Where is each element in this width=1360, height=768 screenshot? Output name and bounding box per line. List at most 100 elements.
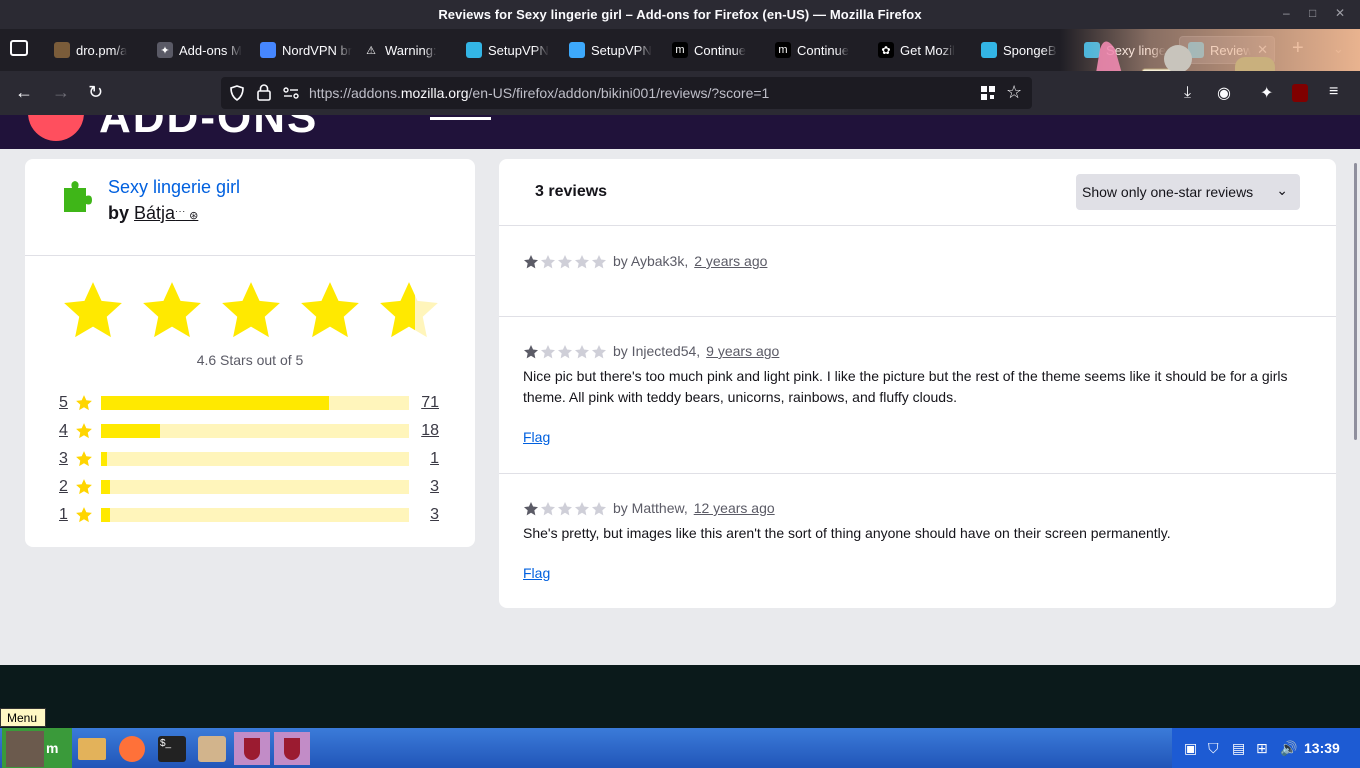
review-item: by Injected54, 9 years ago Nice pic but th… (523, 341, 1312, 408)
rating-count-link[interactable]: 3 (430, 478, 439, 496)
amo-header: ADD-ONS (0, 115, 1360, 149)
rating-bar-row[interactable]: 5 71 (59, 393, 439, 413)
system-tray: ▣ ⛉ ▤ ⊞ 🔊 13:39 (1172, 728, 1360, 768)
review-date-link[interactable]: 9 years ago (706, 341, 779, 362)
lock-icon[interactable] (257, 84, 271, 101)
rating-bar-track (101, 508, 409, 522)
firefox-view-icon[interactable] (10, 40, 28, 56)
star-icon (541, 344, 555, 358)
app-menu-icon[interactable]: ≡ (1329, 83, 1338, 101)
shield-icon[interactable]: ⛉ (1208, 740, 1219, 757)
firefox-taskbar-icon[interactable] (114, 732, 150, 765)
tab[interactable]: dro.pm/a (46, 36, 146, 64)
amo-logo-text[interactable]: ADD-ONS (99, 115, 318, 143)
tab-label: SpongeB (1003, 42, 1057, 58)
rating-level-link[interactable]: 4 (59, 422, 71, 440)
tab[interactable]: SpongeB (973, 36, 1073, 64)
rating-count-link[interactable]: 1 (430, 450, 439, 468)
files-icon[interactable] (74, 732, 110, 765)
ublock-origin-icon[interactable] (1292, 84, 1308, 102)
rating-count-link[interactable]: 18 (421, 422, 439, 440)
url-bar[interactable]: https://addons.mozilla.org/en-US/firefox… (221, 77, 1032, 109)
tab-label: Continue (797, 42, 850, 58)
clock[interactable]: 13:39 (1304, 740, 1340, 756)
star-icon-wrap (71, 422, 97, 440)
author-name: Bátja (134, 203, 176, 223)
firefox-addons-logo-icon[interactable] (28, 115, 84, 141)
permissions-icon[interactable] (283, 87, 299, 99)
tab[interactable]: SetupVPN (458, 36, 558, 64)
tab[interactable]: ✦ Add-ons M (149, 36, 249, 64)
wine-app-icon[interactable] (234, 732, 270, 765)
star-icon (524, 501, 538, 515)
flag-review-link[interactable]: Flag (523, 565, 550, 581)
review-date-link[interactable]: 12 years ago (694, 498, 775, 519)
rating-level-link[interactable]: 2 (59, 478, 71, 496)
update-icon[interactable]: ▤ (1232, 740, 1245, 757)
tab[interactable]: SetupVPN (561, 36, 661, 64)
star-icon-wrap (71, 450, 97, 468)
qr-code-icon[interactable] (980, 85, 996, 101)
chevron-down-icon: ⌄ (1276, 182, 1288, 198)
rating-level-link[interactable]: 3 (59, 450, 71, 468)
reviews-count-heading: 3 reviews (535, 183, 608, 200)
addon-name-link[interactable]: Sexy lingerie girl (108, 177, 240, 198)
extensions-icon[interactable]: ✦ (1260, 83, 1273, 103)
volume-icon[interactable]: 🔊 (1280, 740, 1297, 757)
reload-button[interactable]: ↻ (88, 82, 103, 103)
tab[interactable]: ⚠ Warning: (355, 36, 455, 64)
star-icon (575, 254, 589, 268)
globe-icon (569, 42, 585, 58)
rating-bar-track (101, 480, 409, 494)
rating-bar-row[interactable]: 4 18 (59, 421, 439, 441)
close-window-button[interactable]: ✕ (1335, 6, 1345, 20)
window-title: Reviews for Sexy lingerie girl – Add-ons… (438, 7, 922, 22)
maximize-button[interactable]: □ (1309, 6, 1316, 20)
star-icon-wrap (71, 506, 97, 524)
taskbar: m $_ ▣ ⛉ ▤ ⊞ 🔊 13:39 (0, 728, 1360, 768)
account-icon[interactable]: ◉ (1217, 83, 1231, 103)
forward-button[interactable]: → (52, 82, 70, 103)
clipboard-icon[interactable]: ▣ (1184, 740, 1197, 757)
wine-app-icon-2[interactable] (274, 732, 310, 765)
star-icon (558, 254, 572, 268)
theme-icon (981, 42, 997, 58)
tab[interactable]: ✿ Get Mozil (870, 36, 970, 64)
review-date-link[interactable]: 2 years ago (694, 251, 767, 272)
rating-level-link[interactable]: 1 (59, 506, 71, 524)
average-rating-stars (60, 278, 442, 344)
puzzle-icon: ✦ (157, 42, 173, 58)
page-scrollbar[interactable] (1354, 163, 1357, 440)
start-menu-button[interactable]: m (2, 728, 72, 768)
rating-count-link[interactable]: 71 (421, 394, 439, 412)
star-icon (575, 344, 589, 358)
rating-level-link[interactable]: 5 (59, 394, 71, 412)
downloads-icon[interactable]: ⤓ (1184, 84, 1191, 102)
rating-bar-row[interactable]: 31 (59, 449, 439, 469)
review-filter-select[interactable]: Show only one-star reviews ⌄ (1076, 174, 1300, 210)
rating-bar-row[interactable]: 13 (59, 505, 439, 525)
tab[interactable]: m Continue (664, 36, 764, 64)
warning-icon: ⚠ (363, 42, 379, 58)
rating-count-link[interactable]: 3 (430, 506, 439, 524)
minimize-button[interactable]: – (1283, 6, 1290, 20)
archive-icon[interactable] (194, 732, 230, 765)
by-label: by (108, 203, 130, 223)
star-icon (592, 254, 606, 268)
rating-bar-track (101, 396, 409, 410)
star-icon (541, 501, 555, 515)
terminal-icon[interactable]: $_ (154, 732, 190, 765)
tab[interactable]: m Continue (767, 36, 867, 64)
rating-bar-row[interactable]: 23 (59, 477, 439, 497)
bookmark-star-icon[interactable]: ☆ (1006, 82, 1022, 103)
network-icon[interactable]: ⊞ (1256, 740, 1268, 757)
tab[interactable]: NordVPN bro (252, 36, 352, 64)
tracking-protection-shield-icon[interactable] (229, 85, 245, 101)
flag-review-link[interactable]: Flag (523, 429, 550, 445)
review-rating-stars (523, 254, 607, 270)
navigation-toolbar: ← → ↻ https://addons.mozilla.org/en-US/f… (0, 71, 1360, 115)
author-link[interactable]: Bátja˙˙˙ ⊛ (134, 203, 198, 223)
url-text[interactable]: https://addons.mozilla.org/en-US/firefox… (309, 85, 769, 101)
back-button[interactable]: ← (15, 82, 33, 103)
setupvpn-icon (466, 42, 482, 58)
